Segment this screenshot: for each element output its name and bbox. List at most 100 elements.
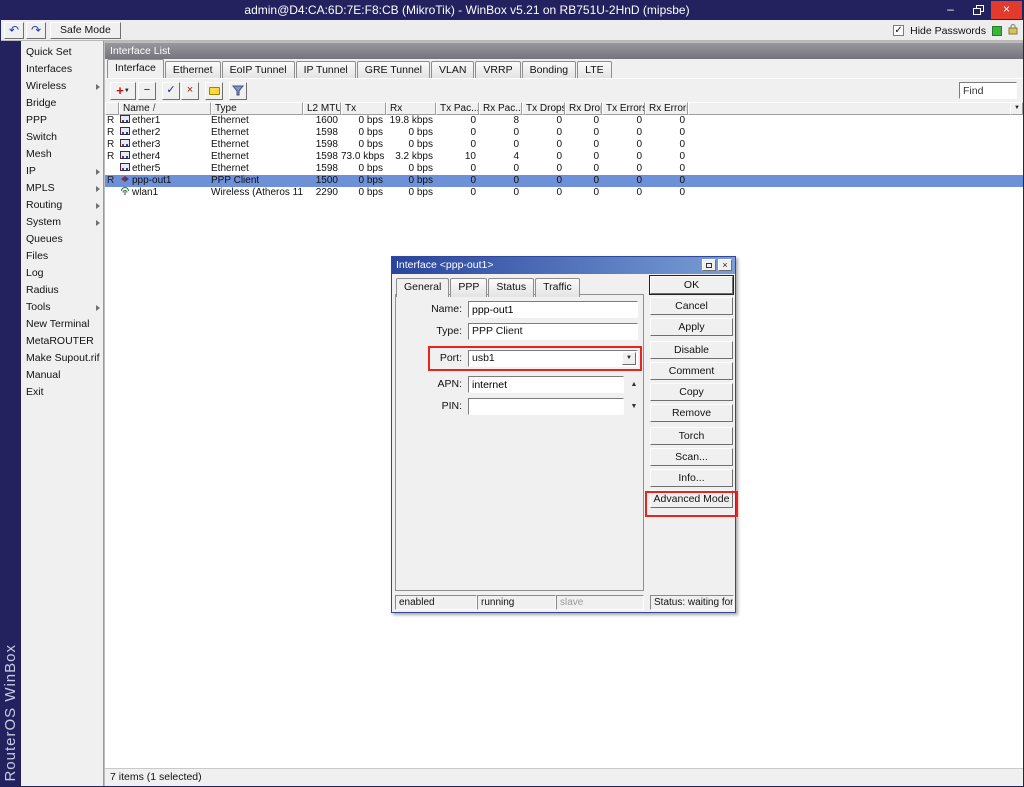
comment-button[interactable]: Comment	[650, 362, 733, 380]
column-tx-packet[interactable]: Tx Pac...	[436, 102, 479, 115]
sidebar-item-ip[interactable]: IP	[21, 163, 103, 180]
sidebar-item-mesh[interactable]: Mesh	[21, 146, 103, 163]
table-row[interactable]: R ether2 Ethernet 1598 0 bps 0 bps 0 0 0…	[105, 127, 1023, 139]
arrow-up-icon[interactable]: ▲	[628, 378, 640, 391]
chevron-down-icon[interactable]: ▼	[622, 352, 636, 365]
sidebar-item-tools[interactable]: Tools	[21, 299, 103, 316]
arrow-down-icon[interactable]: ▼	[628, 400, 640, 413]
check-icon: ✓	[166, 84, 175, 96]
sidebar-item-interfaces[interactable]: Interfaces	[21, 61, 103, 78]
copy-button[interactable]: Copy	[650, 383, 733, 401]
sidebar-item-ppp[interactable]: PPP	[21, 112, 103, 129]
tab-traffic[interactable]: Traffic	[535, 278, 580, 297]
sidebar-item-wireless[interactable]: Wireless	[21, 78, 103, 95]
column-name[interactable]: Name/	[119, 102, 211, 115]
dialog-titlebar[interactable]: Interface <ppp-out1> ×	[392, 257, 735, 274]
sidebar-item-quick-set[interactable]: Quick Set	[21, 44, 103, 61]
tab-gre-tunnel[interactable]: GRE Tunnel	[357, 61, 430, 78]
sidebar-item-radius[interactable]: Radius	[21, 282, 103, 299]
column-flag[interactable]	[105, 102, 119, 115]
ppp-client-icon	[120, 175, 130, 187]
submenu-arrow-icon	[96, 203, 100, 209]
safe-mode-button[interactable]: Safe Mode	[50, 22, 121, 39]
sidebar-item-mpls[interactable]: MPLS	[21, 180, 103, 197]
sidebar-item-new-terminal[interactable]: New Terminal	[21, 316, 103, 333]
dialog-close-button[interactable]: ×	[718, 259, 732, 271]
tab-vlan[interactable]: VLAN	[431, 61, 474, 78]
sidebar-item-metarouter[interactable]: MetaROUTER	[21, 333, 103, 350]
funnel-icon	[232, 85, 244, 97]
torch-button[interactable]: Torch	[650, 427, 733, 445]
type-field: PPP Client	[468, 323, 638, 340]
add-interface-button[interactable]: +▼	[110, 82, 136, 100]
minimize-button[interactable]: –	[937, 1, 964, 19]
tab-general[interactable]: General	[396, 278, 449, 297]
sidebar-item-files[interactable]: Files	[21, 248, 103, 265]
column-tx-drops[interactable]: Tx Drops	[522, 102, 565, 115]
enable-button[interactable]: ✓	[162, 82, 180, 100]
sidebar-item-log[interactable]: Log	[21, 265, 103, 282]
interface-list-titlebar[interactable]: Interface List	[105, 43, 1023, 59]
apn-field[interactable]	[468, 376, 624, 393]
table-row-selected[interactable]: R ppp-out1 PPP Client 1500 0 bps 0 bps 0…	[105, 175, 1023, 187]
advanced-mode-button[interactable]: Advanced Mode	[650, 490, 733, 508]
redo-button[interactable]: ↷	[26, 22, 46, 39]
undo-button[interactable]: ↶	[4, 22, 24, 39]
tab-bonding[interactable]: Bonding	[522, 61, 577, 78]
pin-label: PIN:	[398, 398, 462, 415]
column-rx-packet[interactable]: Rx Pac...	[479, 102, 522, 115]
column-tx-errors[interactable]: Tx Errors	[602, 102, 645, 115]
ok-button[interactable]: OK	[650, 276, 733, 294]
table-row[interactable]: R ether4 Ethernet 1598 73.0 kbps 3.2 kbp…	[105, 151, 1023, 163]
column-rx[interactable]: Rx	[386, 102, 436, 115]
find-input[interactable]	[959, 82, 1017, 99]
column-rx-errors[interactable]: Rx Errors	[645, 102, 688, 115]
tab-lte[interactable]: LTE	[577, 61, 611, 78]
column-rx-drops[interactable]: Rx Drops	[565, 102, 602, 115]
cancel-button[interactable]: Cancel	[650, 297, 733, 315]
sidebar-item-make-supout[interactable]: Make Supout.rif	[21, 350, 103, 367]
tab-vrrp[interactable]: VRRP	[475, 61, 520, 78]
tab-ethernet[interactable]: Ethernet	[165, 61, 221, 78]
sidebar-item-system[interactable]: System	[21, 214, 103, 231]
column-l2mtu[interactable]: L2 MTU	[303, 102, 341, 115]
info-button[interactable]: Info...	[650, 469, 733, 487]
pin-button[interactable]	[702, 259, 716, 271]
sidebar-item-queues[interactable]: Queues	[21, 231, 103, 248]
table-row[interactable]: R ether3 Ethernet 1598 0 bps 0 bps 0 0 0…	[105, 139, 1023, 151]
sidebar-item-exit[interactable]: Exit	[21, 384, 103, 401]
apply-button[interactable]: Apply	[650, 318, 733, 336]
table-row[interactable]: ether5 Ethernet 1598 0 bps 0 bps 0 0 0 0…	[105, 163, 1023, 175]
sort-indicator: /	[153, 103, 156, 114]
tab-status[interactable]: Status	[488, 278, 534, 297]
restore-button[interactable]	[964, 1, 991, 19]
close-button[interactable]: ×	[991, 1, 1022, 19]
pin-field[interactable]	[468, 398, 624, 415]
tab-ip-tunnel[interactable]: IP Tunnel	[296, 61, 356, 78]
remove-button[interactable]: Remove	[650, 404, 733, 422]
name-field[interactable]	[468, 301, 638, 318]
sidebar-item-switch[interactable]: Switch	[21, 129, 103, 146]
column-tx[interactable]: Tx	[341, 102, 386, 115]
disable-button[interactable]: Disable	[650, 341, 733, 359]
scan-button[interactable]: Scan...	[650, 448, 733, 466]
sidebar-item-routing[interactable]: Routing	[21, 197, 103, 214]
hide-passwords-checkbox[interactable]: ✓	[893, 25, 904, 36]
tab-ppp[interactable]: PPP	[450, 278, 487, 297]
name-label: Name:	[398, 301, 462, 318]
table-row[interactable]: R ether1 Ethernet 1600 0 bps 19.8 kbps 0…	[105, 115, 1023, 127]
column-select-dropdown[interactable]: ▼	[1010, 102, 1023, 115]
slave-status: slave	[556, 595, 644, 610]
remove-interface-button[interactable]: −	[138, 82, 156, 100]
disable-button[interactable]: ×	[181, 82, 199, 100]
tab-eoip-tunnel[interactable]: EoIP Tunnel	[222, 61, 295, 78]
column-type[interactable]: Type	[211, 102, 303, 115]
table-row[interactable]: wlan1 Wireless (Atheros 11N) 2290 0 bps …	[105, 187, 1023, 199]
sidebar-item-bridge[interactable]: Bridge	[21, 95, 103, 112]
tab-interface[interactable]: Interface	[107, 59, 164, 78]
comment-button[interactable]	[205, 82, 223, 100]
filter-button[interactable]	[229, 82, 247, 100]
port-combobox[interactable]: usb1 ▼	[468, 350, 638, 367]
sidebar-item-manual[interactable]: Manual	[21, 367, 103, 384]
winbox-app-window: admin@D4:CA:6D:7E:F8:CB (MikroTik) - Win…	[0, 0, 1024, 787]
